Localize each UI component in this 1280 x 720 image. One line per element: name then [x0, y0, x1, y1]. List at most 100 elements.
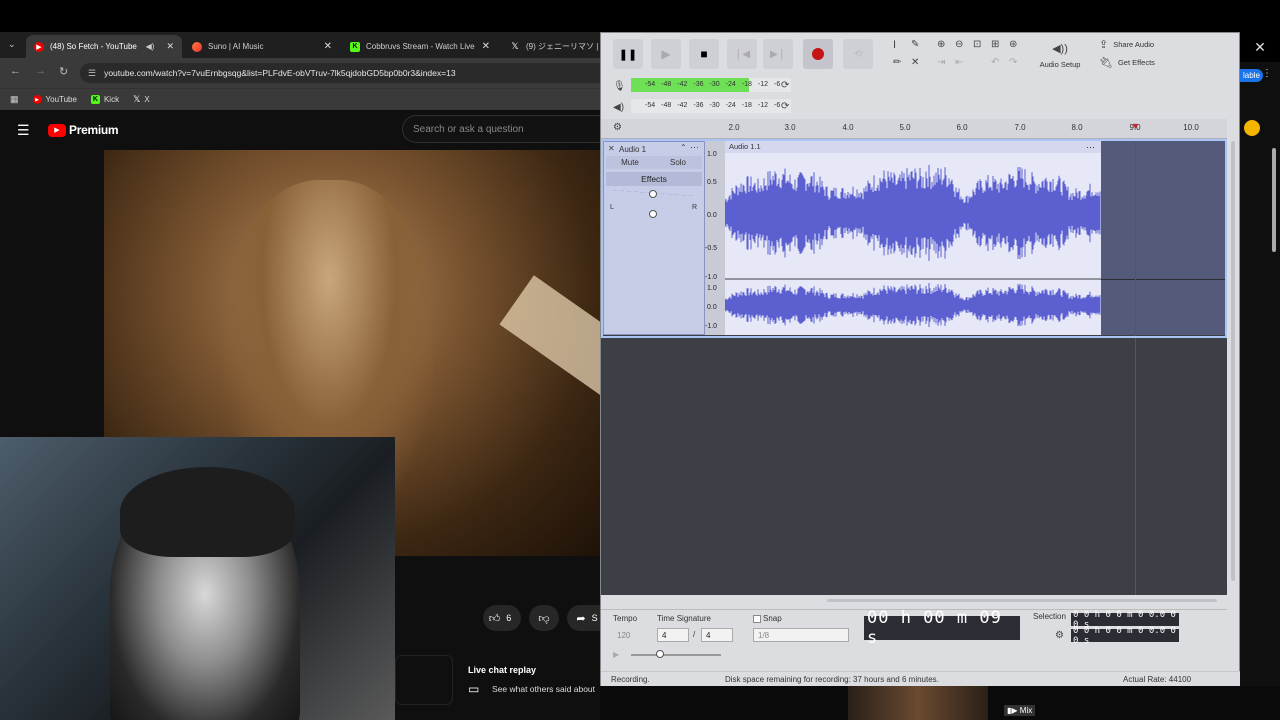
clip-menu-icon[interactable]: ⋯ — [1086, 141, 1095, 153]
selection-label: Selection — [1033, 612, 1066, 621]
background-scrollbar[interactable] — [1272, 148, 1276, 252]
taskbar-thumbnail[interactable] — [848, 686, 988, 720]
tab-close-icon[interactable]: ✕ — [166, 41, 174, 52]
tempo-field[interactable]: 120 — [613, 628, 653, 642]
get-effects-button[interactable]: 🔌︎ Get Effects — [1099, 56, 1155, 69]
record-meter-reset-icon[interactable]: ⟳ — [781, 80, 789, 91]
redo-icon[interactable]: ↷ — [1009, 57, 1017, 68]
bookmark-x[interactable]: 𝕏 X — [133, 94, 150, 105]
zoom-out-icon[interactable]: ⊖ — [955, 39, 963, 50]
amplitude-scale[interactable]: 1.0 0.5 0.0 -0.5 -1.0 1.0 0.0 -1.0 — [705, 141, 725, 335]
zoom-toggle-icon[interactable]: ⊛ — [1009, 39, 1017, 50]
mix-badge[interactable]: ▮▶ Mix — [1004, 705, 1036, 716]
trim-icon[interactable]: ⇥ — [937, 57, 945, 68]
snap-checkbox[interactable] — [753, 615, 761, 623]
dislike-button[interactable]: 👎︎ — [529, 605, 559, 631]
forward-icon[interactable]: → — [35, 65, 46, 77]
record-meter[interactable]: -54 -48 -42 -36 -30 -24 -18 -12 -6 — [631, 78, 791, 92]
webcam-overlay — [0, 437, 395, 720]
audacity-close-icon[interactable]: ✕ — [1240, 32, 1280, 62]
fit-selection-icon[interactable]: ⊡ — [973, 39, 981, 50]
mic-icon[interactable]: 🎙︎ — [613, 81, 626, 92]
time-display[interactable]: 00 h 00 m 09 s — [864, 608, 1020, 648]
track-name[interactable]: Audio 1 — [619, 145, 646, 154]
x-favicon-icon: 𝕏 — [133, 94, 141, 104]
url-field[interactable]: ☰ youtube.com/watch?v=7vuErnbgsqg&list=P… — [80, 63, 600, 83]
play-speed-thumb[interactable] — [656, 650, 664, 658]
skip-start-button[interactable]: ❘◀ — [727, 39, 757, 69]
fit-project-icon[interactable]: ⊞ — [991, 39, 999, 50]
track-collapse-icon[interactable]: ⌃ — [680, 143, 687, 152]
live-chat-panel[interactable]: Live chat replay ▭ See what others said … — [457, 655, 600, 705]
channel-divider — [1101, 279, 1225, 280]
vertical-scrollbar[interactable] — [1231, 141, 1235, 581]
effects-button[interactable]: Effects — [606, 172, 702, 186]
avatar[interactable] — [1244, 120, 1260, 136]
tab-search-icon[interactable]: ⌄ — [8, 39, 16, 50]
tab-kick[interactable]: K Cobbruvs Stream - Watch Live ✕ — [342, 35, 498, 58]
zoom-in-icon[interactable]: ⊕ — [937, 39, 945, 50]
tab-suno[interactable]: Suno | AI Music ✕ — [184, 35, 340, 58]
skip-end-icon: ▶❘ — [769, 48, 787, 60]
draw-tool-icon[interactable]: ✏ — [893, 57, 901, 68]
multi-tool-icon[interactable]: ✕ — [911, 57, 919, 68]
silence-icon[interactable]: ⇤ — [955, 57, 963, 68]
timeline-ruler[interactable]: ⚙ 2.0 3.0 4.0 5.0 6.0 7.0 8.0 9.0 10.0 ▼ — [601, 119, 1227, 139]
bookmark-youtube[interactable]: ▶ YouTube — [32, 95, 77, 104]
reload-icon[interactable]: ↻ — [59, 65, 68, 78]
kebab-menu-icon[interactable]: ⋮ — [1262, 68, 1272, 79]
loop-button[interactable]: ⟲ — [843, 39, 873, 69]
playback-meter[interactable]: -54 -48 -42 -36 -30 -24 -18 -12 -6 — [631, 99, 791, 113]
play-speed-slider[interactable] — [631, 654, 721, 656]
solo-button[interactable]: Solo — [654, 156, 702, 169]
clip-header[interactable]: Audio 1.1 ⋯ — [725, 141, 1101, 153]
snap-dropdown[interactable]: 1/8 — [753, 628, 849, 642]
back-icon[interactable]: ← — [10, 65, 21, 77]
like-button[interactable]: 👍︎ 6 — [483, 605, 521, 631]
record-button[interactable] — [803, 39, 833, 69]
select-tool-icon[interactable]: I — [893, 39, 896, 51]
selection-end-field[interactable]: 0 0 h 0 0 m 0 0.0 0 0 s — [1071, 626, 1179, 646]
tab-close-icon[interactable]: ✕ — [324, 41, 332, 52]
play-button[interactable]: ▶ — [651, 39, 681, 69]
gain-thumb[interactable] — [649, 190, 657, 198]
share-button[interactable]: ➦ S — [567, 605, 600, 631]
bookmark-kick[interactable]: K Kick — [90, 95, 119, 104]
playback-meter-reset-icon[interactable]: ⟳ — [781, 101, 789, 112]
tab-youtube[interactable]: ▶ (48) So Fetch - YouTube ◀) ✕ — [26, 35, 182, 58]
tab-x[interactable]: 𝕏 (9) ジェニーリマソ | 過敏 — [502, 35, 600, 58]
search-input[interactable]: Search or ask a question — [402, 115, 600, 143]
play-at-speed-icon[interactable]: ▶ — [613, 650, 619, 659]
time-signature-numerator[interactable]: 4 — [657, 628, 689, 642]
track-menu-icon[interactable]: ⋯ — [690, 142, 699, 153]
menu-icon[interactable]: ☰ — [17, 122, 30, 139]
tab-close-icon[interactable]: ✕ — [482, 41, 490, 52]
pause-button[interactable]: ❚❚ — [613, 39, 643, 69]
ruler-tick: 2.0 — [728, 123, 740, 132]
track-empty-region[interactable] — [1101, 141, 1225, 335]
bookmark-label: X — [144, 95, 150, 104]
waveform-channel-2 — [725, 283, 1101, 327]
undo-icon[interactable]: ↶ — [991, 57, 999, 68]
track-area[interactable]: ✕ Audio 1 ⌃ ⋯ Mute Solo Effects L R 1.0 … — [601, 139, 1227, 595]
time-signature-denominator[interactable]: 4 — [701, 628, 733, 642]
youtube-logo[interactable]: ▶ Premium — [48, 123, 119, 137]
track-close-icon[interactable]: ✕ — [608, 144, 615, 153]
envelope-tool-icon[interactable]: ✎ — [911, 39, 919, 50]
apps-grid-icon[interactable]: ▦ — [10, 94, 19, 105]
playback-speaker-icon[interactable]: ◀) — [613, 102, 624, 113]
share-audio-button[interactable]: ⇪ Share Audio — [1099, 38, 1154, 51]
chat-icon: ▭ — [468, 682, 480, 696]
timeline-settings-icon[interactable]: ⚙ — [613, 122, 622, 133]
pan-thumb[interactable] — [649, 210, 657, 218]
stop-button[interactable]: ■ — [689, 39, 719, 69]
audio-clip[interactable]: Audio 1.1 ⋯ — [725, 141, 1101, 335]
audio-setup-button[interactable]: ◀)) Audio Setup — [1035, 39, 1085, 69]
selection-settings-icon[interactable]: ⚙ — [1055, 630, 1064, 641]
horizontal-scrollbar[interactable] — [827, 599, 1217, 602]
selection-start-field[interactable]: 0 0 h 0 0 m 0 0.0 0 0 s — [1071, 610, 1179, 630]
site-info-icon[interactable]: ☰ — [88, 68, 96, 79]
mute-button[interactable]: Mute — [606, 156, 654, 169]
playhead-marker-icon[interactable]: ▼ — [1131, 121, 1140, 131]
skip-end-button[interactable]: ▶❘ — [763, 39, 793, 69]
